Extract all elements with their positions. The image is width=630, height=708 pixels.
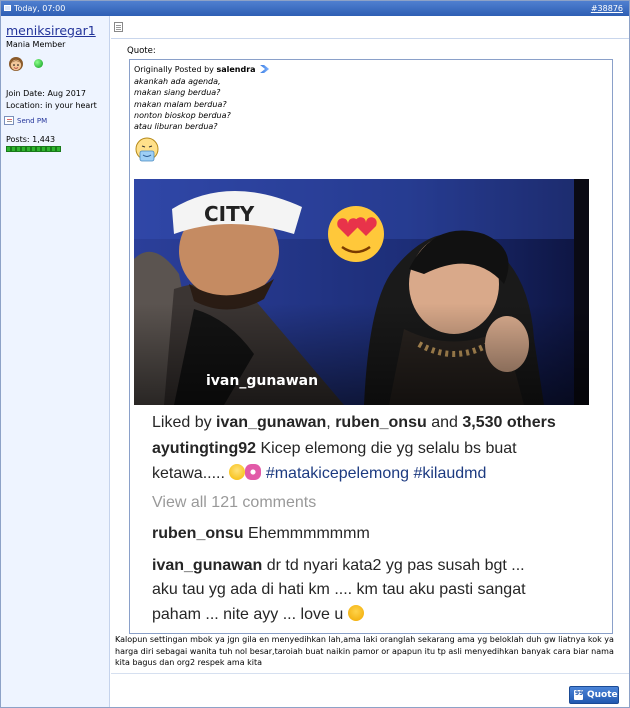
liked-count: 3,530 others <box>462 414 556 431</box>
post-count: Posts: 1,443 <box>6 135 56 144</box>
post-body-text: Kalopun settingan mbok ya jgn gila en me… <box>115 635 614 667</box>
post-number-link[interactable]: #38876 <box>591 4 623 13</box>
comment-2-line-1: ivan_gunawan dr td nyari kata2 yg pas su… <box>152 557 525 575</box>
quote-line: nonton bioskop berdua? <box>134 110 231 120</box>
caption-text: ketawa..... <box>152 465 225 482</box>
flower-emoji-icon <box>245 464 262 480</box>
quote-text: akankah ada agenda, makan siang berdua? … <box>134 76 231 132</box>
embedded-photo: CITY ivan_gunawan <box>134 179 589 405</box>
quote-button-label: Quote <box>587 690 618 700</box>
online-status-icon <box>34 59 43 68</box>
comment-text: Ehemmmmmmm <box>243 525 370 542</box>
liked-user: ivan_gunawan <box>216 414 327 431</box>
quote-box: Originally Posted by salendra akankah ad… <box>129 59 613 634</box>
photo-username-tag: ivan_gunawan <box>206 373 319 389</box>
reputation-bar <box>6 146 61 152</box>
comment-text: dr td nyari kata2 yg pas susah bgt ... <box>262 557 525 574</box>
caption-line-1: ayutingting92 Kicep elemong die yg selal… <box>152 440 517 458</box>
location: Location: in your heart <box>6 101 97 110</box>
reputation-pip <box>56 146 61 152</box>
caption-user: ayutingting92 <box>152 440 257 457</box>
comment-1: ruben_onsu Ehemmmmmmm <box>152 525 370 543</box>
post-content: Quote: Originally Posted by salendra aka… <box>111 16 629 707</box>
caption-line-2: ketawa..... #matakicepelemong #kilaudmd <box>152 464 486 483</box>
liked-user: ruben_onsu <box>335 414 427 431</box>
quote-author: salendra <box>216 65 256 74</box>
send-pm-link[interactable]: Send PM <box>4 116 47 125</box>
divider <box>111 673 629 674</box>
join-date: Join Date: Aug 2017 <box>6 89 86 98</box>
post-status-icon <box>4 5 11 11</box>
comment-user: ruben_onsu <box>152 525 244 542</box>
liked-by-prefix: Liked by <box>152 414 217 431</box>
send-pm-icon <box>4 116 14 125</box>
quote-line: makan malam berdua? <box>134 99 227 109</box>
user-title: Mania Member <box>6 40 66 49</box>
post-date: Today, 07:00 <box>14 4 66 13</box>
caption-text: Kicep elemong die yg selalu bs buat <box>256 440 517 457</box>
smiley-emoticon-icon <box>135 137 159 162</box>
quote-icon <box>574 690 583 700</box>
username-link[interactable]: meniksiregar1 <box>6 23 96 38</box>
quote-line: akankah ada agenda, <box>134 77 221 86</box>
divider <box>111 38 629 39</box>
quote-label: Quote: <box>127 46 156 56</box>
forum-post: Today, 07:00 #38876 meniksiregar1 Mania … <box>0 0 630 708</box>
instagram-comments: Liked by ivan_gunawan, ruben_onsu and 3,… <box>134 405 589 631</box>
send-pm-label: Send PM <box>17 116 48 125</box>
grinning-emoji-icon <box>229 464 246 480</box>
post-icon <box>114 22 123 32</box>
view-post-arrow-icon[interactable] <box>260 65 270 73</box>
comment-user: ivan_gunawan <box>152 557 263 574</box>
user-sidebar: meniksiregar1 Mania Member Join Date: Au… <box>1 16 110 707</box>
quote-line: makan siang berdua? <box>134 88 221 98</box>
post-header-bar: Today, 07:00 #38876 <box>1 1 629 16</box>
likes-line: Liked by ivan_gunawan, ruben_onsu and 3,… <box>152 414 556 432</box>
avatar-icon <box>9 57 23 71</box>
quote-button[interactable]: Quote <box>569 686 619 704</box>
separator: and <box>426 414 463 431</box>
comment-2-line-2: aku tau yg ada di hati km .... km tau ak… <box>152 581 526 598</box>
quote-line: atau liburan berdua? <box>134 122 218 132</box>
view-all-comments: View all 121 comments <box>152 494 317 511</box>
separator: , <box>326 414 336 431</box>
photo-illustration: CITY <box>134 179 589 405</box>
heart-eyes-emoji-icon <box>347 605 364 621</box>
caption-hashtags: #matakicepelemong #kilaudmd <box>265 465 487 482</box>
comment-2-line-3: paham ... nite ayy ... love u <box>152 605 364 624</box>
quote-attribution: Originally Posted by salendra <box>134 65 270 74</box>
comment-text: paham ... nite ayy ... love u <box>152 606 344 623</box>
originally-posted-by: Originally Posted by <box>134 65 214 74</box>
